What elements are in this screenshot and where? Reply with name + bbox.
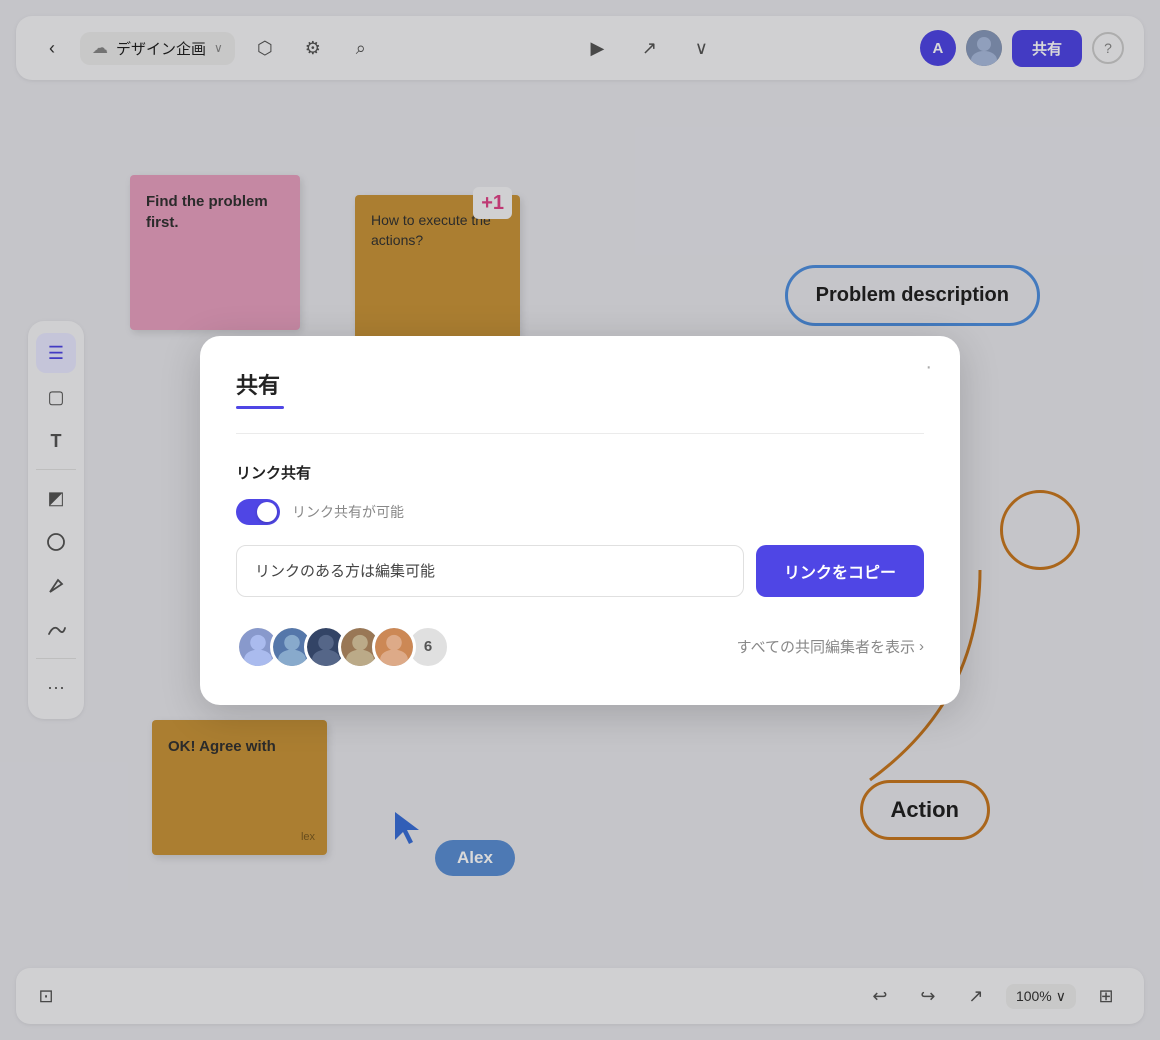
copy-link-button[interactable]: リンクをコピー [756,545,924,597]
link-sharing-toggle[interactable] [236,499,280,525]
modal-title-underline [236,406,284,409]
toggle-knob [257,502,277,522]
share-modal: · 共有 リンク共有 リンク共有が可能 リンクをコピー [200,336,960,705]
collaborator-avatar-5[interactable] [372,625,416,669]
toggle-row: リンク共有が可能 [236,499,924,525]
modal-overlay: · 共有 リンク共有 リンク共有が可能 リンクをコピー [0,0,1160,1040]
view-all-collaborators-link[interactable]: すべての共同編集者を表示 › [737,636,924,657]
modal-divider [236,433,924,434]
link-input[interactable] [236,545,744,597]
collaborator-avatars: 6 [236,625,450,669]
modal-title: 共有 [236,368,924,400]
collaborators-row: 6 すべての共同編集者を表示 › [236,625,924,669]
toggle-label: リンク共有が可能 [292,502,404,522]
link-sharing-label: リンク共有 [236,462,924,483]
link-row: リンクをコピー [236,545,924,597]
modal-close-button[interactable]: · [925,356,932,379]
